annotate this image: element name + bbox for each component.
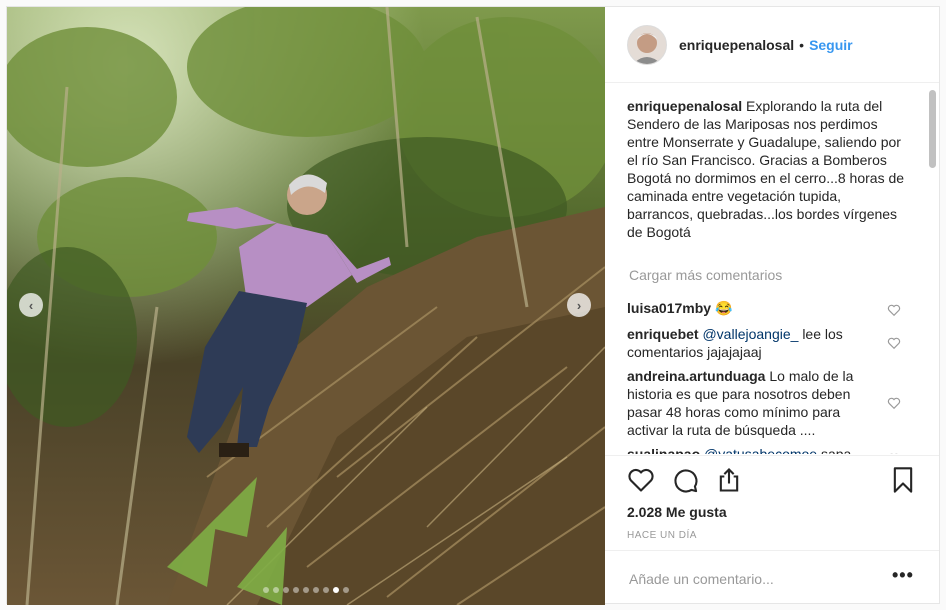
- carousel-dot: [263, 587, 269, 593]
- comment-mention[interactable]: @vallejoangie_: [702, 326, 798, 342]
- comment-author[interactable]: enriquebet: [627, 326, 699, 342]
- comment-author[interactable]: andreina.artunduaga: [627, 368, 765, 384]
- load-more-comments-button[interactable]: Cargar más comentarios: [629, 267, 782, 283]
- comment-text: sapa: [820, 446, 852, 454]
- add-comment-bar: Añade un comentario... •••: [605, 550, 939, 603]
- likes-count[interactable]: 2.028 Me gusta: [627, 504, 727, 520]
- comment-bubble-icon[interactable]: [671, 466, 699, 494]
- carousel-dot: [313, 587, 319, 593]
- more-options-icon[interactable]: •••: [892, 565, 914, 586]
- comment-input[interactable]: Añade un comentario...: [629, 571, 774, 587]
- carousel-dot: [343, 587, 349, 593]
- avatar[interactable]: [627, 24, 667, 65]
- carousel-dot: [323, 587, 329, 593]
- comment-like-heart-icon[interactable]: [887, 396, 901, 410]
- comment: sualinapao @yatusabecomoe sapa: [627, 445, 882, 454]
- separator-dot: •: [799, 36, 805, 53]
- chevron-left-icon[interactable]: ‹: [19, 293, 43, 317]
- carousel-dot: [333, 587, 339, 593]
- comment: luisa017mby 😂: [627, 299, 882, 317]
- share-icon[interactable]: [715, 466, 743, 494]
- caption-author[interactable]: enriquepenalosal: [627, 98, 742, 114]
- carousel-dot: [283, 587, 289, 593]
- carousel-dot: [273, 587, 279, 593]
- caption-text: Explorando la ruta del Sendero de las Ma…: [627, 98, 905, 240]
- follow-button[interactable]: Seguir: [809, 37, 853, 53]
- comment-like-heart-icon[interactable]: [887, 303, 901, 317]
- comment-like-heart-icon[interactable]: [887, 452, 901, 454]
- post-sidebar: enriquepenalosal • Seguir enriquepenalos…: [605, 7, 939, 603]
- post-header: enriquepenalosal • Seguir: [605, 7, 939, 83]
- post-timestamp[interactable]: HACE UN DÍA: [627, 530, 697, 541]
- comment-author[interactable]: sualinapao: [627, 446, 700, 454]
- comment: andreina.artunduaga Lo malo de la histor…: [627, 367, 882, 439]
- comments-section[interactable]: enriquepenalosal Explorando la ruta del …: [605, 84, 939, 454]
- scrollbar[interactable]: [929, 90, 936, 168]
- carousel-dot: [293, 587, 299, 593]
- chevron-right-icon[interactable]: ›: [567, 293, 591, 317]
- comment: enriquebet @vallejoangie_ lee los coment…: [627, 325, 882, 361]
- heart-icon[interactable]: [627, 466, 655, 494]
- author-username[interactable]: enriquepenalosal: [679, 37, 794, 53]
- comment-like-heart-icon[interactable]: [887, 336, 901, 350]
- post-photo[interactable]: ‹ ›: [7, 7, 605, 605]
- bookmark-icon[interactable]: [889, 466, 917, 494]
- carousel-dot: [303, 587, 309, 593]
- comment-mention[interactable]: @yatusabecomoe: [704, 446, 817, 454]
- hillside-photo: [7, 7, 605, 605]
- carousel-indicator: [7, 587, 605, 593]
- action-bar: [605, 455, 939, 502]
- comment-author[interactable]: luisa017mby: [627, 300, 711, 316]
- comment-text: 😂: [714, 300, 733, 316]
- instagram-post: ‹ › enriquepenalosal • Seguir enriquepen…: [6, 6, 940, 605]
- post-caption: enriquepenalosal Explorando la ruta del …: [627, 97, 907, 241]
